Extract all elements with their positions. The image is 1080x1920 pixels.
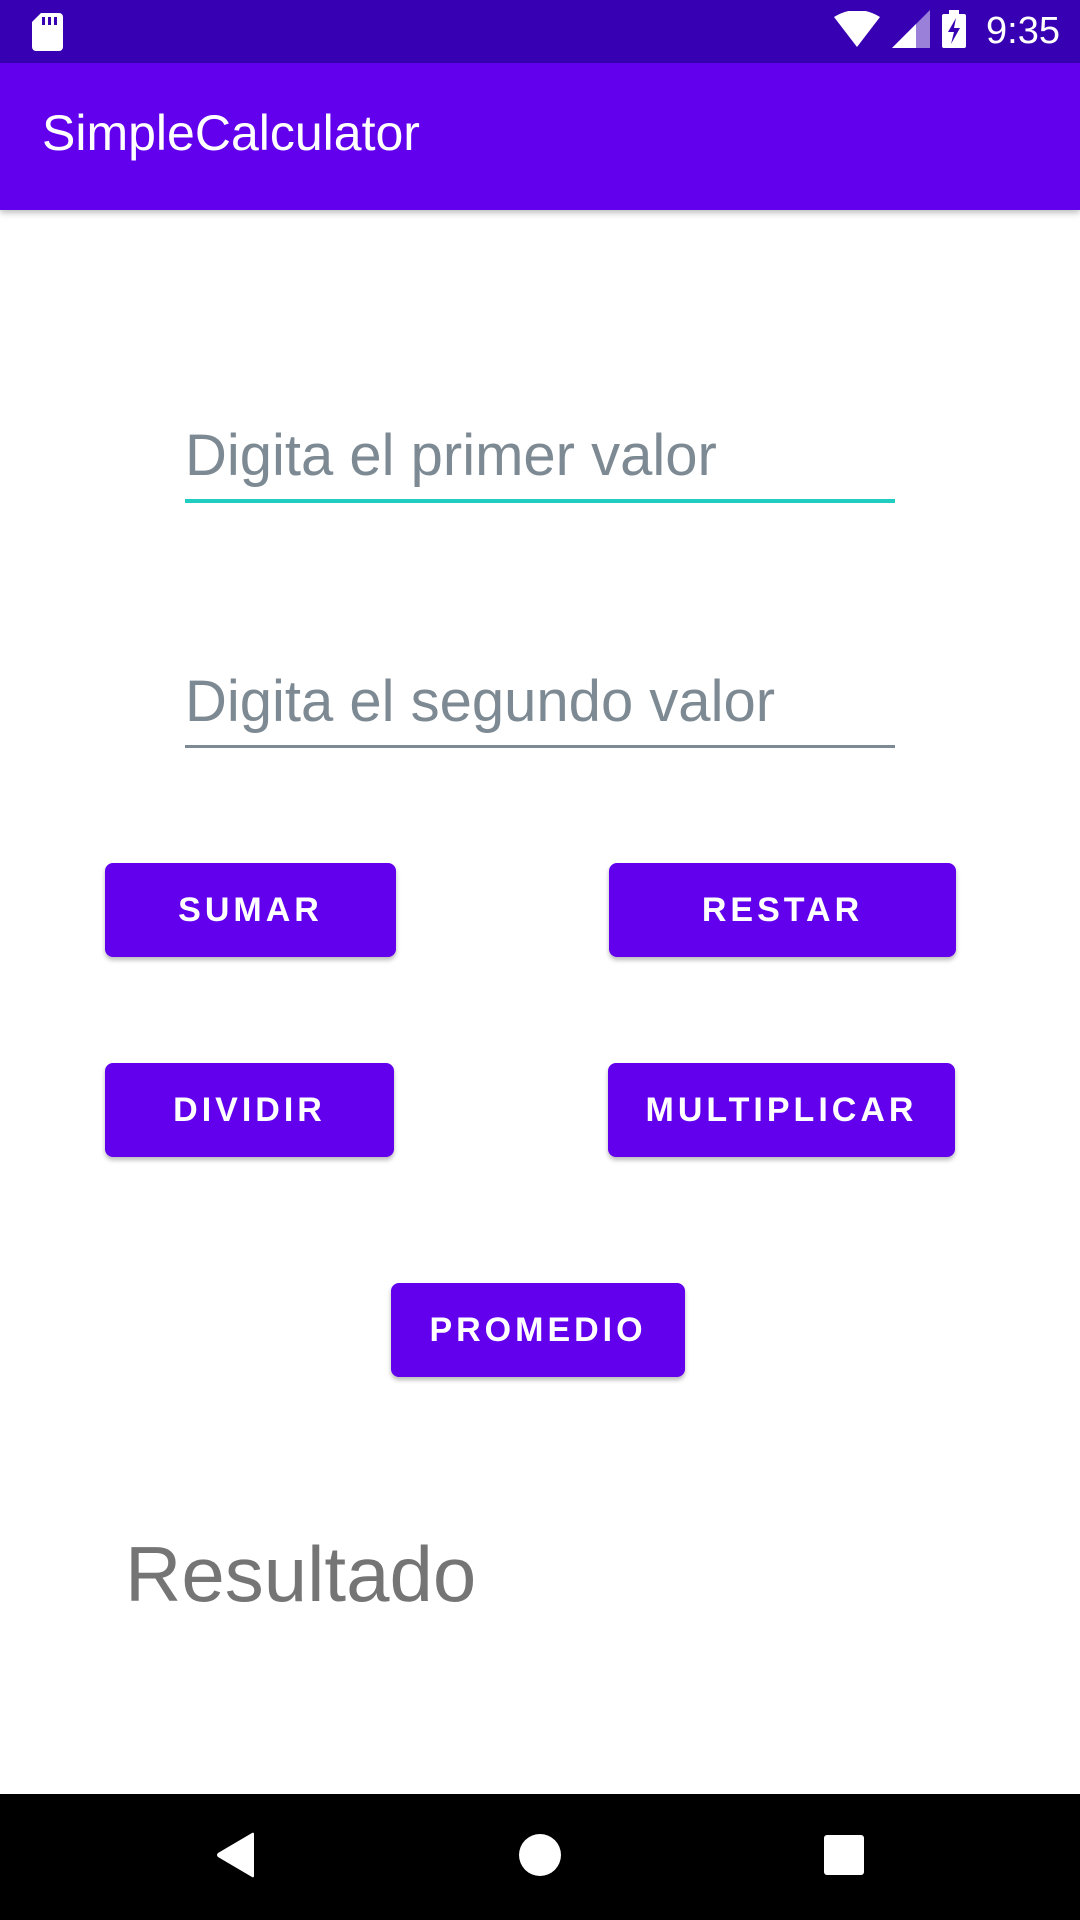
- home-button[interactable]: [480, 1794, 600, 1920]
- calculator-screen: 9:35 SimpleCalculator SUMAR RESTAR DIVID…: [0, 0, 1080, 1920]
- status-time: 9:35: [986, 10, 1060, 52]
- second-value-input[interactable]: [185, 668, 895, 745]
- second-value-field: [185, 668, 895, 748]
- restar-button[interactable]: RESTAR: [609, 863, 956, 957]
- second-value-underline: [185, 745, 895, 748]
- dividir-button[interactable]: DIVIDIR: [105, 1063, 394, 1157]
- home-icon: [518, 1833, 562, 1882]
- battery-charging-icon: [942, 10, 967, 53]
- result-label: Resultado: [125, 1530, 477, 1618]
- first-value-input[interactable]: [185, 422, 895, 499]
- app-bar: SimpleCalculator: [0, 63, 1080, 210]
- back-icon: [216, 1832, 256, 1883]
- navigation-bar: [0, 1794, 1080, 1920]
- wifi-icon: [834, 10, 881, 52]
- promedio-button[interactable]: PROMEDIO: [391, 1283, 685, 1377]
- multiplicar-button[interactable]: MULTIPLICAR: [608, 1063, 955, 1157]
- status-bar: 9:35: [0, 0, 1080, 63]
- first-value-field: [185, 422, 895, 503]
- recents-icon: [824, 1834, 864, 1880]
- status-icons: 9:35: [834, 0, 1060, 63]
- cell-signal-icon: [892, 10, 931, 53]
- sumar-button[interactable]: SUMAR: [105, 863, 396, 957]
- back-button[interactable]: [176, 1794, 296, 1920]
- app-title: SimpleCalculator: [42, 105, 420, 161]
- sd-card-icon: [32, 13, 63, 51]
- first-value-underline: [185, 499, 895, 503]
- recents-button[interactable]: [784, 1794, 904, 1920]
